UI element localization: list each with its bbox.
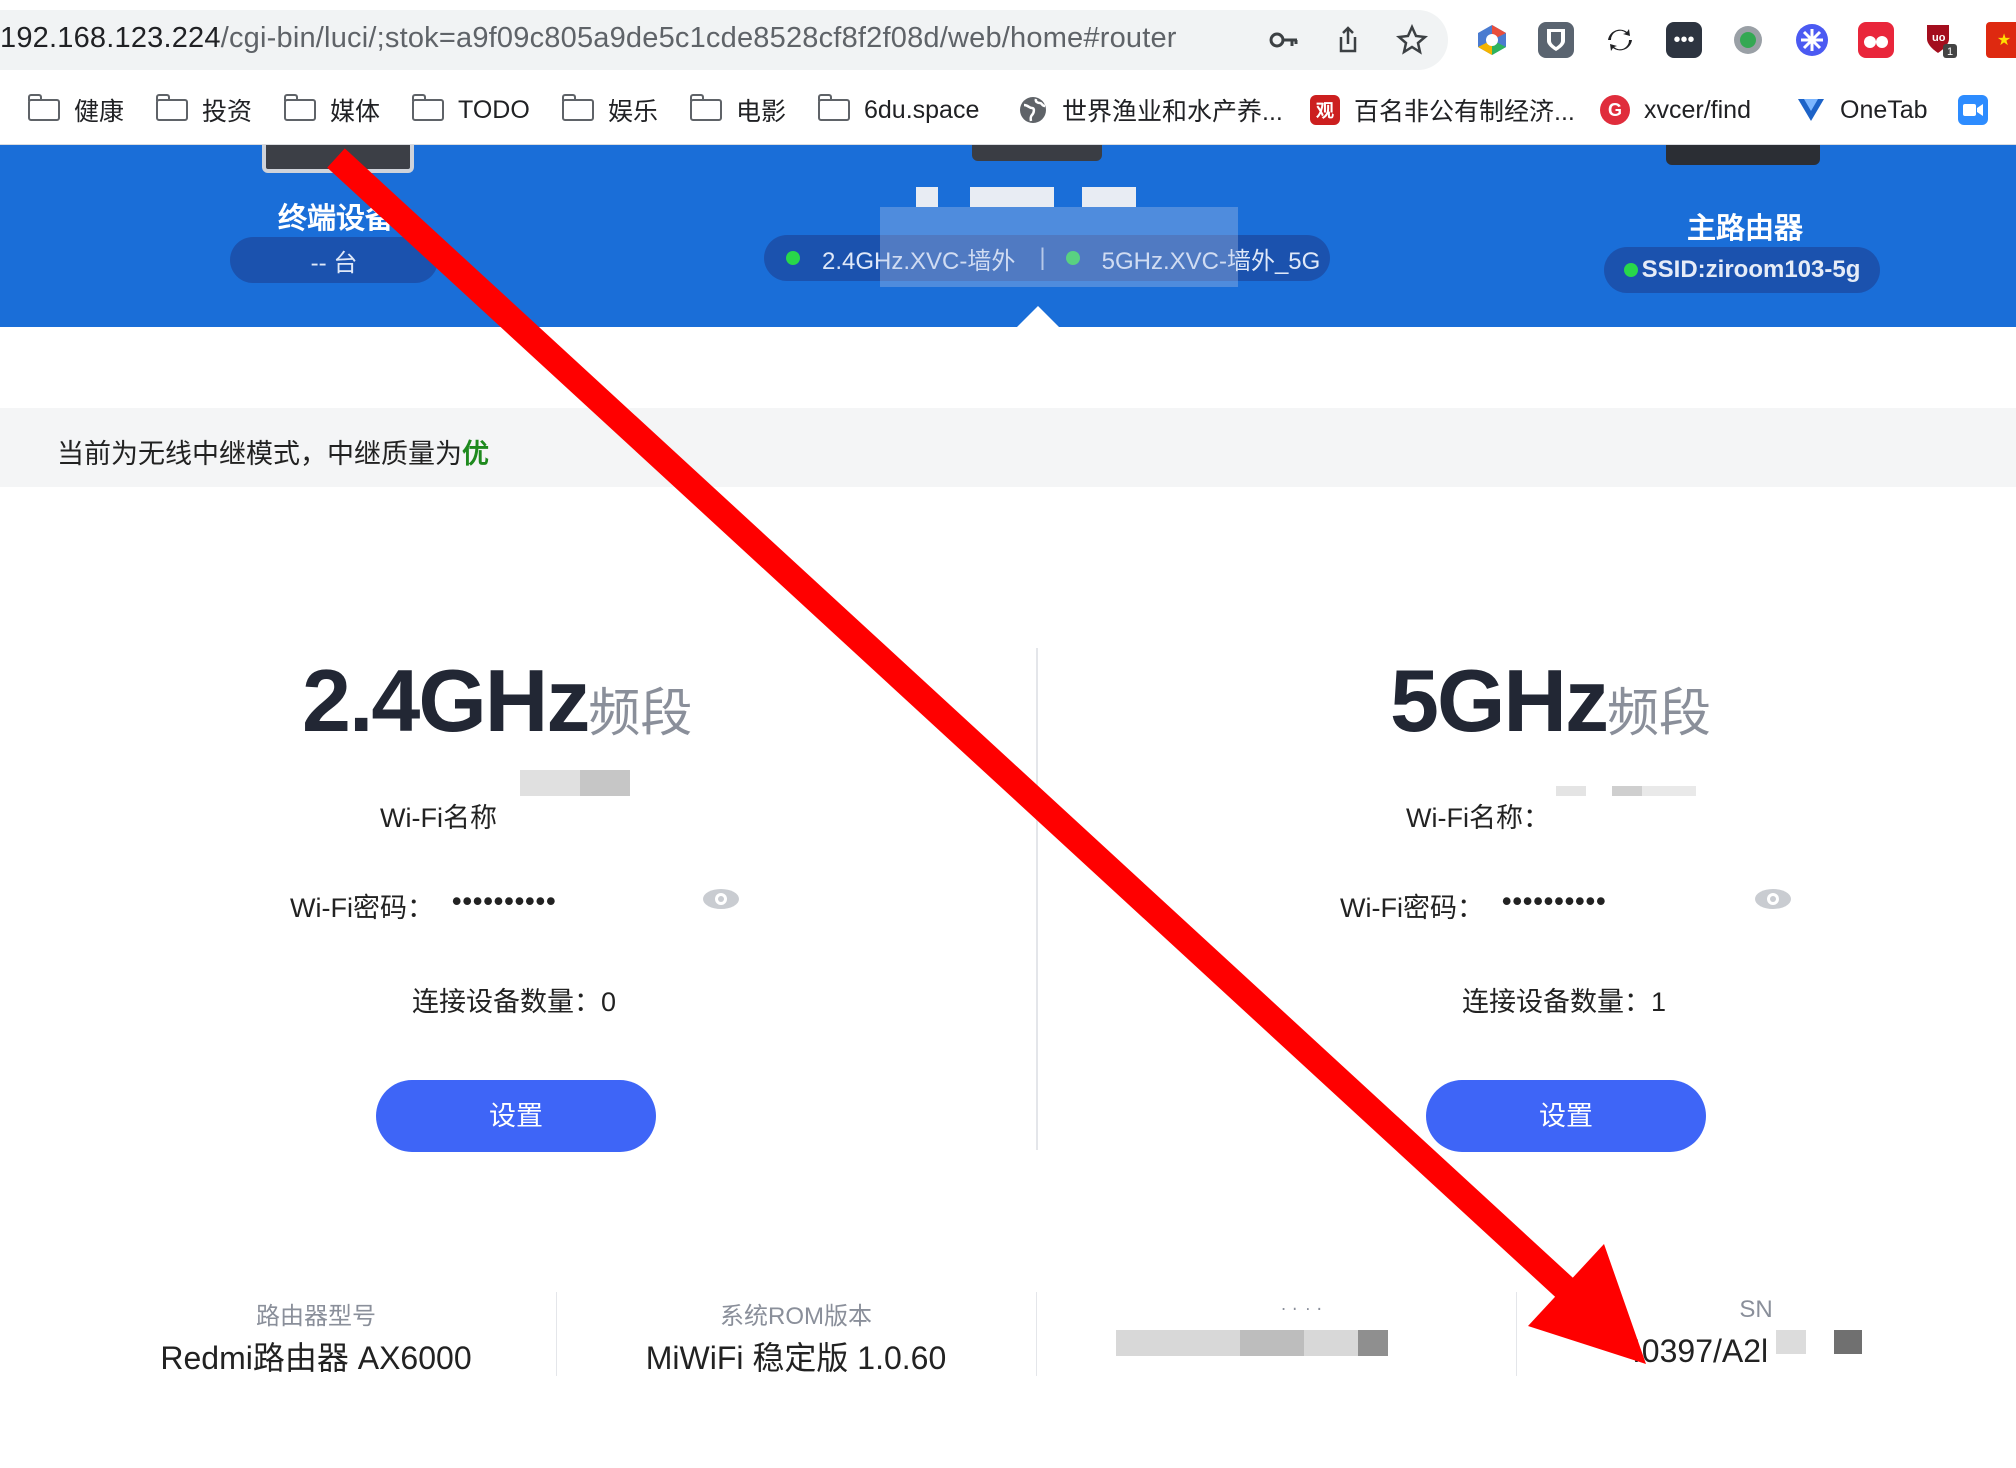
rom-version-label: 系统ROM版本 xyxy=(720,1303,872,1330)
folder-icon xyxy=(689,94,722,121)
band-divider xyxy=(1036,648,1038,1150)
extension-flag-icon[interactable]: ★ xyxy=(1986,22,2016,58)
pixelated-ssid xyxy=(1612,786,1642,796)
key-icon[interactable] xyxy=(1268,24,1300,56)
band-5-devices: 连接设备数量：1 xyxy=(1462,987,1667,1017)
bookmark-zoom[interactable] xyxy=(1958,90,2002,130)
relay-quality: 优 xyxy=(462,439,489,469)
bookmark-todo[interactable]: TODO xyxy=(411,90,530,130)
folder-icon xyxy=(155,94,188,121)
mac-label: MAC地址 xyxy=(1036,1300,1516,1310)
main-router-ssid: SSID:ziroom103-5g xyxy=(1641,256,1861,283)
rom-version-value: MiWiFi 稳定版 1.0.60 xyxy=(645,1340,947,1376)
site-icon: G xyxy=(1600,95,1630,125)
band-24-title: 2.4GHz频段 xyxy=(302,651,693,750)
online-dot xyxy=(1623,263,1638,277)
extension-glasses-icon[interactable] xyxy=(1858,22,1894,58)
relay-status-text: 当前为无线中继模式，中继质量为优 xyxy=(57,439,489,469)
band-24-password-label: Wi-Fi密码： xyxy=(290,893,434,923)
band-24-devices: 连接设备数量：0 xyxy=(412,987,617,1017)
pixelated-overlay xyxy=(880,207,1238,287)
show-password-eye-icon[interactable] xyxy=(1754,888,1792,910)
bookmark-movies[interactable]: 电影 xyxy=(689,90,786,130)
extension-hexagon-icon[interactable] xyxy=(1474,22,1510,58)
terminal-title: 终端设备 xyxy=(278,203,395,235)
router-model-label: 路由器型号 xyxy=(256,1303,376,1330)
globe-icon xyxy=(1018,95,1048,125)
bookmark-xvcer[interactable]: Gxvcer/find xyxy=(1600,90,1751,130)
folder-icon xyxy=(561,94,594,121)
main-router-ssid-pill[interactable]: SSID:ziroom103-5g xyxy=(1604,247,1880,293)
pixelated-mac xyxy=(1358,1330,1388,1356)
terminal-device-image xyxy=(262,145,414,173)
relay-status-bar: 当前为无线中继模式，中继质量为优 xyxy=(0,408,2016,487)
sn-label: SN xyxy=(1739,1296,1773,1323)
show-password-eye-icon[interactable] xyxy=(702,888,740,910)
bookmarks-bar: 健康 投资 媒体 TODO 娱乐 电影 6du.space 世界渔业和水产养..… xyxy=(0,78,2016,145)
main-router-image xyxy=(1666,145,1820,165)
bookmark-invest[interactable]: 投资 xyxy=(155,90,252,130)
folder-icon xyxy=(411,94,444,121)
repeater-device-image xyxy=(972,145,1102,161)
band-24-password-value: •••••••••• xyxy=(452,886,557,916)
band-24-settings-button[interactable]: 设置 xyxy=(376,1080,656,1152)
band-5-password-value: •••••••••• xyxy=(1502,886,1607,916)
pixelated-mac xyxy=(1240,1330,1304,1356)
band-24-name-label: Wi-Fi名称 xyxy=(380,803,497,833)
bookmark-onetab[interactable]: OneTab xyxy=(1796,90,1928,130)
bookmark-entertainment[interactable]: 娱乐 xyxy=(561,90,658,130)
terminal-count: -- 台 xyxy=(310,249,358,277)
terminal-count-pill[interactable]: -- 台 xyxy=(230,237,438,283)
bookmark-health[interactable]: 健康 xyxy=(27,90,124,130)
pixelated-name xyxy=(970,187,1054,207)
extension-shield-icon[interactable] xyxy=(1538,22,1574,58)
sn-value: 40397/A2l xyxy=(1624,1333,1769,1369)
bookmark-economy[interactable]: 观百名非公有制经济... xyxy=(1310,90,1575,130)
svg-text:1: 1 xyxy=(1947,46,1953,58)
pixelated-ssid xyxy=(580,770,630,796)
folder-icon xyxy=(817,94,850,121)
video-camera-icon xyxy=(1958,95,1988,125)
main-router-title: 主路由器 xyxy=(1687,213,1804,245)
folder-icon xyxy=(283,94,316,121)
onetab-icon xyxy=(1796,95,1826,125)
share-icon[interactable] xyxy=(1332,24,1364,56)
pixelated-ssid xyxy=(1556,786,1586,796)
url-text[interactable]: 192.168.123.224/cgi-bin/luci/;stok=a9f09… xyxy=(0,22,1177,55)
bookmark-6du[interactable]: 6du.space xyxy=(817,90,979,130)
band-5-name-label: Wi-Fi名称： xyxy=(1406,803,1550,833)
svg-text:uo: uo xyxy=(1932,32,1946,44)
extension-asterisk-icon[interactable] xyxy=(1794,22,1830,58)
band-5-settings-button[interactable]: 设置 xyxy=(1426,1080,1706,1152)
extension-circle-icon[interactable] xyxy=(1730,22,1766,58)
extension-ublock-icon[interactable]: uo 1 xyxy=(1922,22,1958,58)
browser-toolbar: 192.168.123.224/cgi-bin/luci/;stok=a9f09… xyxy=(0,0,2016,78)
router-model-value: Redmi路由器 AX6000 xyxy=(160,1340,472,1376)
bookmark-fisheries[interactable]: 世界渔业和水产养... xyxy=(1018,90,1283,130)
extension-dots-icon[interactable]: ••• xyxy=(1666,22,1702,58)
extension-sync-icon[interactable] xyxy=(1602,22,1638,58)
pixelated-sn xyxy=(1776,1330,1806,1354)
pixelated-name xyxy=(1082,187,1136,207)
pixelated-name xyxy=(916,187,938,207)
pixelated-sn xyxy=(1834,1330,1862,1354)
band-5-title: 5GHz频段 xyxy=(1390,651,1711,750)
network-topology-banner: 终端设备 -- 台 2.4GHz.XVC-墙外 | 5GHz.XVC-墙外_5G… xyxy=(0,145,2016,327)
star-icon[interactable] xyxy=(1396,23,1428,56)
band-5-password-label: Wi-Fi密码： xyxy=(1340,893,1484,923)
folder-icon xyxy=(27,94,60,121)
site-icon: 观 xyxy=(1310,95,1340,125)
online-dot xyxy=(786,251,800,265)
bookmark-media[interactable]: 媒体 xyxy=(283,90,380,130)
banner-pointer xyxy=(1016,306,1060,328)
